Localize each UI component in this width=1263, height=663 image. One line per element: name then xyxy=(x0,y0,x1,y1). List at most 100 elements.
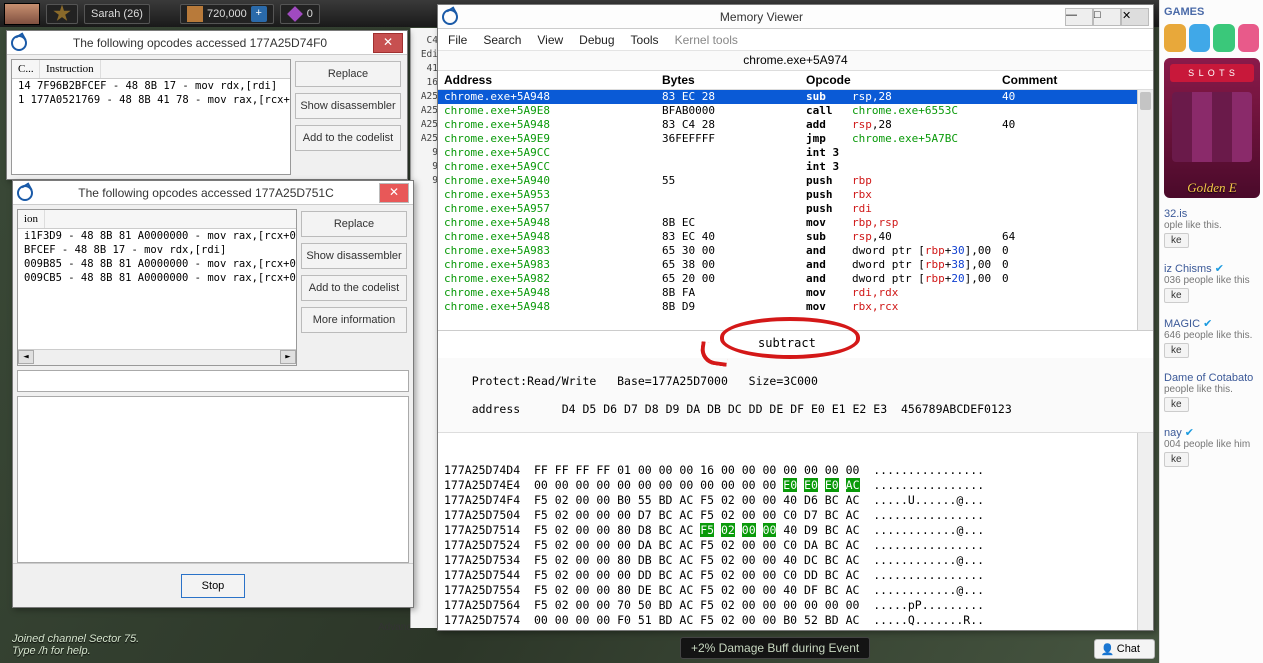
replace-button[interactable]: Replace xyxy=(301,211,407,237)
module-address[interactable]: chrome.exe+5A974 xyxy=(438,51,1153,71)
sidebar-page-item[interactable]: Dame of Cotabatopeople like this.ke xyxy=(1164,372,1259,412)
page-link[interactable]: nay ✔ xyxy=(1164,426,1259,439)
more-information-button[interactable]: More information xyxy=(301,307,407,333)
opcode-access-window-1[interactable]: The following opcodes accessed 177A25D74… xyxy=(6,30,408,180)
player-level[interactable] xyxy=(46,4,78,24)
player-name[interactable]: Sarah (26) xyxy=(84,4,150,24)
disasm-row[interactable]: chrome.exe+5A98365 30 00anddword ptr [rb… xyxy=(438,244,1153,258)
add-to-codelist-button[interactable]: Add to the codelist xyxy=(301,275,407,301)
disasm-row[interactable]: chrome.exe+5A957pushrdi xyxy=(438,202,1153,216)
h-scrollbar[interactable]: ◄ ► xyxy=(18,349,296,365)
col-address[interactable]: Address xyxy=(444,73,662,87)
disasm-row[interactable]: chrome.exe+5A9E936FEFFFFjmpchrome.exe+5A… xyxy=(438,132,1153,146)
disasm-row[interactable]: chrome.exe+5A9488B FAmovrdi,rdx xyxy=(438,286,1153,300)
currency[interactable]: 720,000+ xyxy=(180,4,274,24)
disassembly-list[interactable]: chrome.exe+5A94883 EC 28subrsp,2840chrom… xyxy=(438,90,1153,330)
opcode-row[interactable]: 1 177A0521769 - 48 8B 41 78 - mov rax,[r… xyxy=(12,93,290,107)
hex-row[interactable]: 177A25D74E4 00 00 00 00 00 00 00 00 00 0… xyxy=(444,478,1147,493)
v-scrollbar[interactable] xyxy=(1137,433,1153,630)
game-tile[interactable] xyxy=(1213,24,1235,52)
menu-search[interactable]: Search xyxy=(483,33,521,47)
hex-row[interactable]: 177A25D7564 F5 02 00 00 70 50 BD AC F5 0… xyxy=(444,598,1147,613)
sidebar-page-item[interactable]: 32.isople like this.ke xyxy=(1164,208,1259,248)
slot-ad[interactable]: S L O T S Golden E xyxy=(1164,58,1260,198)
replace-button[interactable]: Replace xyxy=(295,61,401,87)
col-instruction[interactable]: ion xyxy=(18,210,45,228)
menu-kernel-tools[interactable]: Kernel tools xyxy=(675,33,738,47)
page-link[interactable]: iz Chisms ✔ xyxy=(1164,262,1259,275)
col-comment[interactable]: Comment xyxy=(1002,73,1147,87)
v-scrollbar[interactable] xyxy=(1137,90,1153,330)
opcode-row[interactable]: BFCEF - 48 8B 17 - mov rdx,[rdi] xyxy=(18,243,296,257)
page-link[interactable]: 32.is xyxy=(1164,208,1259,220)
hex-row[interactable]: 177A25D7554 F5 02 00 00 80 DE BC AC F5 0… xyxy=(444,583,1147,598)
like-button[interactable]: ke xyxy=(1164,343,1189,358)
disasm-row[interactable]: chrome.exe+5A94883 C4 28addrsp,2840 xyxy=(438,118,1153,132)
opcode-row[interactable]: 009CB5 - 48 8B 81 A0000000 - mov rax,[rc… xyxy=(18,271,296,285)
like-button[interactable]: ke xyxy=(1164,288,1189,303)
scroll-right-button[interactable]: ► xyxy=(280,350,296,364)
menu-debug[interactable]: Debug xyxy=(579,33,614,47)
disasm-row[interactable]: chrome.exe+5A953pushrbx xyxy=(438,188,1153,202)
menubar[interactable]: File Search View Debug Tools Kernel tools xyxy=(438,29,1153,51)
show-disassembler-button[interactable]: Show disassembler xyxy=(301,243,407,269)
hex-row[interactable]: 177A25D74D4 FF FF FF FF 01 00 00 00 16 0… xyxy=(444,463,1147,478)
close-button[interactable]: ✕ xyxy=(373,33,403,53)
menu-tools[interactable]: Tools xyxy=(631,33,659,47)
hex-row[interactable]: 177A25D74F4 F5 02 00 00 B0 55 BD AC F5 0… xyxy=(444,493,1147,508)
col-opcode[interactable]: Opcode xyxy=(806,73,1002,87)
stop-button[interactable]: Stop xyxy=(181,574,245,598)
sidebar-page-item[interactable]: iz Chisms ✔036 people like thiske xyxy=(1164,262,1259,303)
like-button[interactable]: ke xyxy=(1164,233,1189,248)
menu-view[interactable]: View xyxy=(537,33,563,47)
opcode-row[interactable]: i1F3D9 - 48 8B 81 A0000000 - mov rax,[rc… xyxy=(18,229,296,243)
sidebar-page-item[interactable]: MAGIC ✔646 people like this.ke xyxy=(1164,317,1259,358)
sidebar-page-item[interactable]: nay ✔004 people like himke xyxy=(1164,426,1259,467)
hex-row[interactable]: 177A25D7514 F5 02 00 00 80 D8 BC AC F5 0… xyxy=(444,523,1147,538)
disasm-row[interactable]: chrome.exe+5A94883 EC 28subrsp,2840 xyxy=(438,90,1153,104)
minimize-button[interactable]: — xyxy=(1065,8,1093,26)
game-tile[interactable] xyxy=(1164,24,1186,52)
col-instruction[interactable]: Instruction xyxy=(40,60,101,78)
hex-row[interactable]: 177A25D7574 00 00 00 00 F0 51 BD AC F5 0… xyxy=(444,613,1147,628)
like-button[interactable]: ke xyxy=(1164,452,1189,467)
disasm-row[interactable]: chrome.exe+5A9488B ECmovrbp,rsp xyxy=(438,216,1153,230)
menu-file[interactable]: File xyxy=(448,33,467,47)
disasm-row[interactable]: chrome.exe+5A98265 20 00anddword ptr [rb… xyxy=(438,272,1153,286)
disasm-row[interactable]: chrome.exe+5A9E8BFAB0000callchrome.exe+6… xyxy=(438,104,1153,118)
disasm-row[interactable]: chrome.exe+5A9CCint 3 xyxy=(438,146,1153,160)
disasm-row[interactable]: chrome.exe+5A9CCint 3 xyxy=(438,160,1153,174)
hex-row[interactable]: 177A25D7534 F5 02 00 00 80 DB BC AC F5 0… xyxy=(444,553,1147,568)
gems[interactable]: 0 xyxy=(280,4,320,24)
game-tile[interactable] xyxy=(1238,24,1260,52)
hex-row[interactable]: 177A25D7504 F5 02 00 00 00 D7 BC AC F5 0… xyxy=(444,508,1147,523)
close-button[interactable]: ✕ xyxy=(1121,8,1149,26)
avatar[interactable] xyxy=(4,3,40,25)
close-button[interactable]: ✕ xyxy=(379,183,409,203)
col-bytes[interactable]: Bytes xyxy=(662,73,806,87)
maximize-button[interactable]: □ xyxy=(1093,8,1121,26)
game-tile[interactable] xyxy=(1189,24,1211,52)
disasm-row[interactable]: chrome.exe+5A9488B D9movrbx,rcx xyxy=(438,300,1153,314)
like-button[interactable]: ke xyxy=(1164,397,1189,412)
hex-row[interactable]: 177A25D7544 F5 02 00 00 00 DD BC AC F5 0… xyxy=(444,568,1147,583)
opcode-row[interactable]: 009B85 - 48 8B 81 A0000000 - mov rax,[rc… xyxy=(18,257,296,271)
col-count[interactable]: C... xyxy=(12,60,40,78)
add-to-codelist-button[interactable]: Add to the codelist xyxy=(295,125,401,151)
opcode-access-window-2[interactable]: The following opcodes accessed 177A25D75… xyxy=(12,180,414,608)
opcode-list[interactable]: C... Instruction 14 7F96B2BFCEF - 48 8B … xyxy=(11,59,291,175)
page-link[interactable]: Dame of Cotabato xyxy=(1164,372,1259,384)
disasm-row[interactable]: chrome.exe+5A98365 38 00anddword ptr [rb… xyxy=(438,258,1153,272)
hex-row[interactable]: 177A25D7524 F5 02 00 00 00 DA BC AC F5 0… xyxy=(444,538,1147,553)
hex-dump[interactable]: 177A25D74D4 FF FF FF FF 01 00 00 00 16 0… xyxy=(438,433,1153,630)
chat-button[interactable]: Chat xyxy=(1094,639,1155,659)
scroll-left-button[interactable]: ◄ xyxy=(18,350,34,364)
disasm-row[interactable]: chrome.exe+5A94055pushrbp xyxy=(438,174,1153,188)
add-currency-button[interactable]: + xyxy=(251,6,267,22)
game-tiles[interactable] xyxy=(1164,24,1259,52)
memory-viewer-window[interactable]: Memory Viewer — □ ✕ FileSearchViewDebugT… xyxy=(437,4,1154,631)
opcode-list[interactable]: ion i1F3D9 - 48 8B 81 A0000000 - mov rax… xyxy=(17,209,297,366)
show-disassembler-button[interactable]: Show disassembler xyxy=(295,93,401,119)
page-link[interactable]: MAGIC ✔ xyxy=(1164,317,1259,330)
hex-row[interactable]: 177A25D7584 F5 02 00 00 30 51 BD AC F5 0… xyxy=(444,628,1147,630)
